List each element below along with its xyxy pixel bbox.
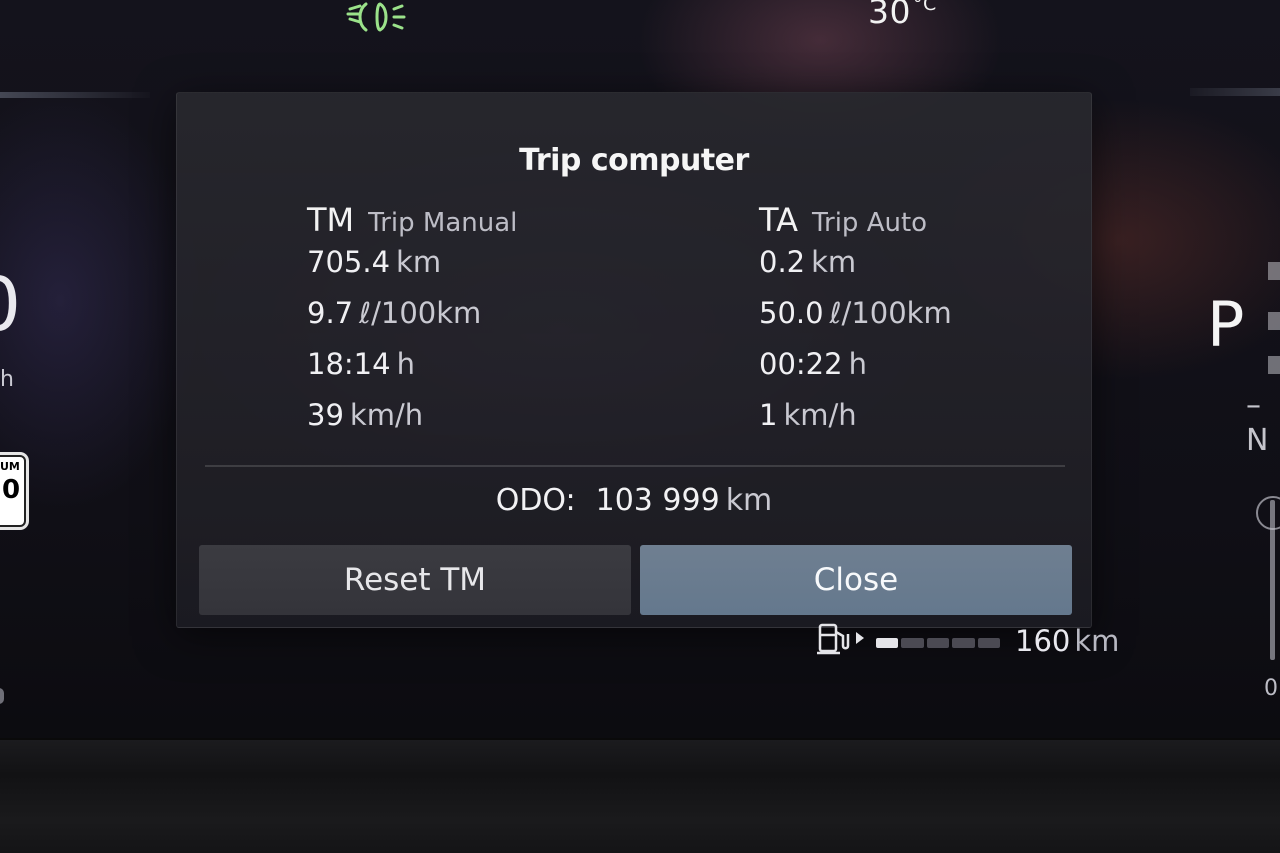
trip-auto-distance: 0.2 km	[759, 245, 952, 296]
fuel-range: 160 km	[1015, 624, 1119, 658]
trip-manual-name: Trip Manual	[368, 208, 518, 238]
odometer-unit: km	[725, 483, 773, 518]
speedometer-digit: 0	[0, 262, 21, 348]
dialog-divider	[205, 465, 1065, 467]
trip-auto-column: TA Trip Auto 0.2 km 50.0 ℓ/100km 00:22 h 1 km…	[759, 201, 952, 449]
consumption-unit: ℓ/100km	[359, 296, 482, 330]
trip-manual-column: TM Trip Manual 705.4 km 9.7 ℓ/100km 18:14 h …	[307, 201, 517, 449]
fuel-level-segment	[977, 638, 1001, 648]
gear-selected: P	[1207, 288, 1245, 361]
distance-value: 0.2	[759, 245, 806, 279]
speed-unit: km/h	[349, 398, 424, 432]
fuel-pump-icon	[817, 623, 864, 655]
trip-manual-distance: 705.4 km	[307, 245, 517, 296]
trip-auto-time: 00:22 h	[759, 347, 952, 398]
trip-manual-consumption: 9.7 ℓ/100km	[307, 296, 517, 347]
speed-value: 39	[307, 398, 344, 432]
time-unit: h	[396, 347, 415, 381]
gear-mark	[1268, 312, 1280, 330]
distance-unit: km	[811, 245, 857, 279]
trip-auto-abbr: TA	[759, 201, 798, 239]
fuel-range-value: 160	[1015, 624, 1071, 658]
dashboard-bezel	[0, 738, 1280, 853]
consumption-unit: ℓ/100km	[829, 296, 952, 330]
time-unit: h	[848, 347, 867, 381]
odometer: ODO: 103 999 km	[177, 483, 1091, 518]
gear-hint: –N	[1246, 388, 1269, 458]
speed-limit-sign: UM 0	[0, 455, 26, 527]
temperature-unit: °C	[913, 0, 937, 15]
time-value: 00:22	[759, 347, 843, 381]
fuel-range-unit: km	[1074, 624, 1120, 658]
distance-unit: km	[396, 245, 442, 279]
speed-sign-header: UM	[0, 460, 20, 473]
reset-tm-button[interactable]: Reset TM	[199, 545, 631, 615]
gauge-needle	[1270, 500, 1275, 660]
trip-manual-average-speed: 39 km/h	[307, 398, 517, 449]
temperature-value: 30	[868, 0, 911, 31]
speed-unit: km/h	[783, 398, 857, 432]
trip-auto-consumption: 50.0 ℓ/100km	[759, 296, 952, 347]
consumption-value: 50.0	[759, 296, 824, 330]
fuel-level-segment	[926, 638, 950, 648]
gauge-ring-left	[0, 92, 150, 98]
close-button[interactable]: Close	[640, 545, 1072, 615]
fuel-level-bar	[876, 638, 1001, 648]
trip-manual-time: 18:14 h	[307, 347, 517, 398]
gauge-zero-label: 0	[1264, 676, 1278, 701]
dialog-title: Trip computer	[519, 143, 749, 178]
outside-temperature: 30 °C	[868, 0, 937, 31]
gear-mark	[1268, 356, 1280, 374]
speed-sign-value: 0	[2, 475, 21, 505]
trip-auto-name: Trip Auto	[811, 208, 928, 238]
odometer-label: ODO:	[495, 483, 576, 518]
fuel-level-segment	[901, 638, 924, 648]
speedometer-unit: h	[0, 367, 14, 392]
consumption-value: 9.7	[307, 296, 354, 330]
gear-mark	[1268, 262, 1280, 280]
fuel-level-segment	[876, 638, 899, 648]
trip-auto-average-speed: 1 km/h	[759, 398, 952, 449]
speed-value: 1	[759, 398, 778, 432]
low-beam-headlight-icon	[346, 2, 406, 32]
trip-manual-abbr: TM	[307, 201, 355, 239]
time-value: 18:14	[307, 347, 391, 381]
odometer-value: 103 999	[595, 483, 720, 518]
gauge-ring-right	[1190, 88, 1280, 96]
trip-manual-header: TM Trip Manual	[307, 201, 517, 245]
gauge-indicator-dot	[0, 688, 4, 704]
trip-auto-header: TA Trip Auto	[759, 201, 952, 245]
fuel-level-segment	[952, 638, 975, 648]
gauge-needle-cap	[1256, 496, 1280, 530]
instrument-cluster: 30°C 0 h UM 0 P –N 0 Trip computer TM Tri…	[0, 0, 1280, 853]
distance-value: 705.4	[307, 245, 391, 279]
trip-computer-dialog: Trip computer TM Trip Manual 705.4 km 9.7 ℓ…	[176, 92, 1092, 628]
